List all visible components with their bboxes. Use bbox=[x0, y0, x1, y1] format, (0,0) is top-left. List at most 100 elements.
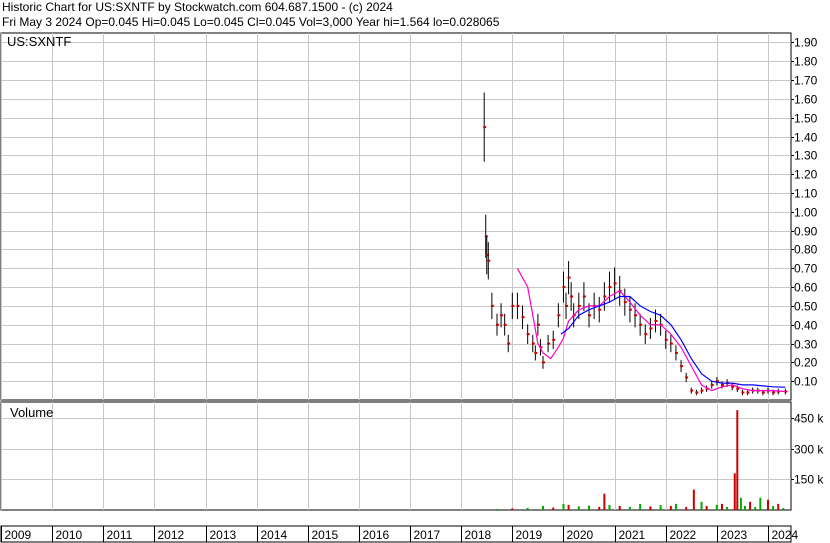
close-marker bbox=[577, 304, 581, 307]
close-marker bbox=[565, 304, 569, 307]
volume-bar bbox=[552, 507, 555, 510]
volume-bar bbox=[772, 505, 775, 510]
close-marker bbox=[500, 314, 504, 317]
price-tick-label: 1.20 bbox=[794, 168, 818, 182]
volume-bar bbox=[739, 497, 742, 510]
close-marker bbox=[720, 383, 724, 386]
stock-chart: 1.90 1.80 1.70 1.60 1.50 1.40 1.30 1.20 1.10 1.00… bbox=[0, 32, 824, 543]
volume-bar bbox=[720, 503, 723, 510]
close-marker bbox=[483, 126, 487, 129]
close-marker bbox=[552, 338, 556, 341]
volume-bar bbox=[733, 473, 736, 510]
volume-bar bbox=[562, 503, 565, 510]
volume-bar bbox=[685, 506, 688, 510]
close-marker bbox=[695, 391, 699, 394]
price-tick-label: 0.20 bbox=[794, 356, 818, 370]
close-marker bbox=[710, 383, 714, 386]
volume-bar bbox=[736, 410, 739, 510]
price-tick-label: 1.30 bbox=[794, 149, 818, 163]
price-tick-label: 0.60 bbox=[794, 281, 818, 295]
price-tick-label: 1.10 bbox=[794, 187, 818, 201]
volume-bar bbox=[659, 504, 662, 510]
price-tick-label: 1.50 bbox=[794, 112, 818, 126]
volume-bar bbox=[715, 504, 718, 510]
close-marker bbox=[507, 342, 511, 345]
close-marker bbox=[484, 235, 488, 238]
close-marker bbox=[570, 295, 574, 298]
close-marker bbox=[644, 333, 648, 336]
volume-bar bbox=[766, 499, 769, 510]
volume-tick-label: 150 k bbox=[794, 473, 824, 487]
volume-bar bbox=[577, 506, 580, 510]
volume-axis: 450 k 300 k 150 k bbox=[791, 412, 824, 487]
close-marker bbox=[680, 365, 684, 368]
close-marker bbox=[562, 286, 566, 289]
volume-bar bbox=[495, 508, 498, 510]
price-tick-label: 1.80 bbox=[794, 55, 818, 69]
volume-panel: 450 k 300 k 150 k Volume bbox=[0, 401, 824, 511]
close-marker bbox=[536, 323, 540, 326]
close-marker bbox=[685, 376, 689, 379]
volume-bar bbox=[649, 506, 652, 510]
price-tick-label: 1.60 bbox=[794, 93, 818, 107]
close-marker bbox=[511, 304, 515, 307]
close-marker bbox=[542, 361, 546, 364]
price-tick-label: 0.90 bbox=[794, 225, 818, 239]
close-marker bbox=[654, 319, 658, 322]
volume-bar bbox=[692, 489, 695, 510]
close-marker bbox=[557, 314, 561, 317]
volume-bar bbox=[674, 503, 677, 510]
close-marker bbox=[634, 314, 638, 317]
price-tick-label: 0.80 bbox=[794, 243, 818, 257]
volume-bar bbox=[754, 506, 757, 510]
close-marker bbox=[487, 259, 491, 262]
close-marker bbox=[674, 351, 678, 354]
x-tick-label: 2022 bbox=[670, 528, 697, 542]
close-marker bbox=[741, 391, 745, 394]
x-tick-label: 2015 bbox=[312, 528, 339, 542]
volume-tick-label: 300 k bbox=[794, 443, 824, 457]
price-tick-label: 0.50 bbox=[794, 300, 818, 314]
volume-bar bbox=[588, 505, 591, 510]
volume-bar bbox=[782, 507, 785, 510]
close-marker bbox=[690, 389, 694, 392]
x-tick-label: 2011 bbox=[107, 528, 133, 542]
close-marker bbox=[490, 304, 494, 307]
x-tick-label: 2023 bbox=[721, 528, 748, 542]
volume-bar bbox=[777, 503, 780, 510]
volume-bar bbox=[749, 501, 752, 510]
close-marker bbox=[526, 333, 530, 336]
x-tick-label: 2017 bbox=[414, 528, 441, 542]
x-tick-label: 2013 bbox=[210, 528, 237, 542]
volume-bar bbox=[603, 493, 606, 510]
x-tick-label: 2016 bbox=[363, 528, 390, 542]
x-tick-label: 2010 bbox=[56, 528, 83, 542]
price-tick-label: 0.10 bbox=[794, 375, 818, 389]
close-marker bbox=[534, 351, 538, 354]
volume-bar bbox=[567, 504, 570, 510]
x-axis: 2009 2010 2011 2012 2013 2014 2015 2016 2017 2018… bbox=[0, 525, 799, 543]
volume-bar bbox=[598, 506, 601, 510]
volume-bar bbox=[542, 505, 545, 510]
volume-bar bbox=[759, 497, 762, 510]
volume-bar bbox=[511, 508, 514, 510]
volume-bar bbox=[726, 506, 729, 510]
close-marker bbox=[588, 314, 592, 317]
price-tick-label: 0.70 bbox=[794, 262, 818, 276]
volume-bar bbox=[700, 501, 703, 510]
close-marker bbox=[567, 276, 571, 279]
close-marker bbox=[547, 342, 551, 345]
volume-bar bbox=[705, 505, 708, 510]
close-marker bbox=[598, 308, 602, 311]
x-tick-label: 2009 bbox=[5, 528, 32, 542]
close-marker bbox=[623, 301, 627, 304]
close-marker bbox=[603, 295, 607, 298]
close-marker bbox=[772, 391, 776, 394]
close-marker bbox=[503, 323, 507, 326]
price-axis: 1.90 1.80 1.70 1.60 1.50 1.40 1.30 1.20 1.10 1.00… bbox=[791, 36, 818, 389]
price-tick-label: 1.40 bbox=[794, 131, 818, 145]
close-marker bbox=[521, 316, 525, 319]
price-tick-label: 1.00 bbox=[794, 206, 818, 220]
close-marker bbox=[639, 323, 643, 326]
close-marker bbox=[731, 385, 735, 388]
